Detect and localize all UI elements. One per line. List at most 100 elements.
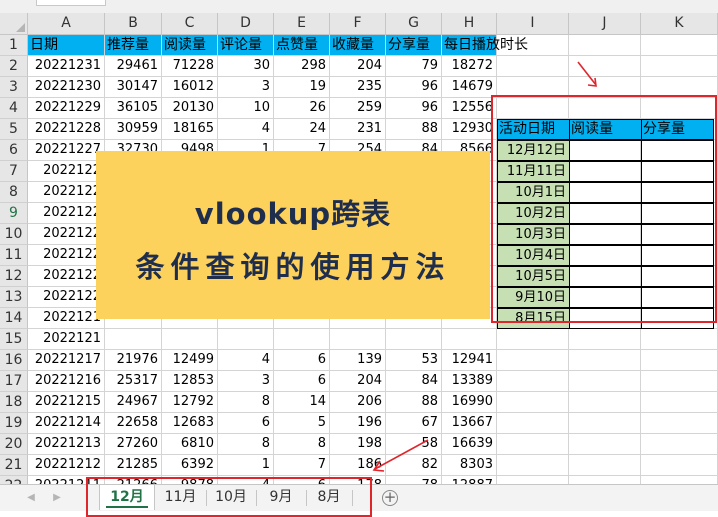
data-cell[interactable]: 2022122 (28, 245, 105, 266)
row-header[interactable]: 14 (0, 308, 28, 329)
data-cell[interactable]: 2022122 (28, 287, 105, 308)
row-header[interactable]: 9 (0, 203, 28, 224)
empty-cell[interactable] (497, 392, 569, 413)
row-header[interactable]: 21 (0, 455, 28, 476)
data-cell[interactable]: 21285 (105, 455, 162, 476)
data-cell[interactable]: 18165 (162, 119, 218, 140)
data-cell[interactable]: 206 (330, 392, 386, 413)
data-cell[interactable]: 20221217 (28, 350, 105, 371)
data-cell[interactable]: 259 (330, 98, 386, 119)
empty-cell[interactable] (569, 56, 641, 77)
empty-cell[interactable] (641, 56, 718, 77)
data-cell[interactable]: 53 (386, 350, 442, 371)
data-cell[interactable] (274, 329, 330, 350)
add-sheet-icon[interactable]: + (382, 490, 398, 506)
data-cell[interactable] (218, 329, 274, 350)
data-cell[interactable]: 20130 (162, 98, 218, 119)
data-cell[interactable]: 20221214 (28, 413, 105, 434)
empty-cell[interactable] (497, 350, 569, 371)
row-header[interactable]: 7 (0, 161, 28, 182)
data-cell[interactable]: 3 (218, 77, 274, 98)
data-cell[interactable]: 12853 (162, 371, 218, 392)
empty-cell[interactable] (641, 35, 718, 56)
row-header[interactable]: 12 (0, 266, 28, 287)
data-cell[interactable]: 2022121 (28, 329, 105, 350)
data-cell[interactable]: 82 (386, 455, 442, 476)
row-header[interactable]: 15 (0, 329, 28, 350)
data-cell[interactable]: 67 (386, 413, 442, 434)
empty-cell[interactable] (497, 413, 569, 434)
data-cell[interactable]: 8 (274, 434, 330, 455)
data-cell[interactable]: 58 (386, 434, 442, 455)
empty-cell[interactable] (497, 476, 569, 484)
data-cell[interactable]: 30147 (105, 77, 162, 98)
row-header[interactable]: 18 (0, 392, 28, 413)
data-cell[interactable]: 22658 (105, 413, 162, 434)
empty-cell[interactable] (641, 413, 718, 434)
header-cell[interactable]: 阅读量 (162, 35, 218, 56)
data-cell[interactable]: 6810 (162, 434, 218, 455)
empty-cell[interactable] (569, 455, 641, 476)
data-cell[interactable]: 2022122 (28, 182, 105, 203)
data-cell[interactable]: 26 (274, 98, 330, 119)
data-cell[interactable]: 1 (218, 455, 274, 476)
data-cell[interactable] (162, 329, 218, 350)
empty-cell[interactable] (569, 434, 641, 455)
row-header[interactable]: 17 (0, 371, 28, 392)
data-cell[interactable]: 19 (274, 77, 330, 98)
data-cell[interactable]: 88 (386, 119, 442, 140)
data-cell[interactable]: 16012 (162, 77, 218, 98)
header-cell[interactable]: 点赞量 (274, 35, 330, 56)
data-cell[interactable]: 235 (330, 77, 386, 98)
empty-cell[interactable] (497, 371, 569, 392)
data-cell[interactable]: 78 (386, 476, 442, 484)
data-cell[interactable]: 6 (274, 371, 330, 392)
row-header[interactable]: 8 (0, 182, 28, 203)
data-cell[interactable]: 6392 (162, 455, 218, 476)
empty-cell[interactable] (497, 434, 569, 455)
empty-cell[interactable] (569, 35, 641, 56)
data-cell[interactable]: 12930 (442, 119, 497, 140)
data-cell[interactable]: 2022122 (28, 266, 105, 287)
data-cell[interactable]: 2022122 (28, 161, 105, 182)
data-cell[interactable]: 6 (274, 350, 330, 371)
data-cell[interactable]: 18272 (442, 56, 497, 77)
data-cell[interactable]: 16639 (442, 434, 497, 455)
data-cell[interactable]: 20221215 (28, 392, 105, 413)
row-header[interactable]: 16 (0, 350, 28, 371)
data-cell[interactable]: 20221231 (28, 56, 105, 77)
empty-cell[interactable] (569, 413, 641, 434)
data-cell[interactable]: 2022122 (28, 203, 105, 224)
empty-cell[interactable] (569, 350, 641, 371)
data-cell[interactable]: 96 (386, 98, 442, 119)
data-cell[interactable]: 198 (330, 434, 386, 455)
data-cell[interactable]: 20221212 (28, 455, 105, 476)
data-cell[interactable]: 8 (218, 434, 274, 455)
empty-cell[interactable] (569, 371, 641, 392)
header-cell[interactable]: 日期 (28, 35, 105, 56)
prev-sheet-icon[interactable]: ◀ (24, 491, 38, 505)
header-cell[interactable]: 评论量 (218, 35, 274, 56)
data-cell[interactable]: 7 (274, 455, 330, 476)
data-cell[interactable]: 36105 (105, 98, 162, 119)
row-header[interactable]: 5 (0, 119, 28, 140)
data-cell[interactable]: 20221230 (28, 77, 105, 98)
empty-cell[interactable] (641, 329, 718, 350)
data-cell[interactable]: 13667 (442, 413, 497, 434)
row-header[interactable]: 22 (0, 476, 28, 484)
data-cell[interactable]: 204 (330, 371, 386, 392)
empty-cell[interactable] (641, 392, 718, 413)
row-header[interactable]: 6 (0, 140, 28, 161)
data-cell[interactable]: 298 (274, 56, 330, 77)
data-cell[interactable]: 4 (218, 350, 274, 371)
column-header-A[interactable]: A (28, 13, 105, 35)
column-header-C[interactable]: C (162, 13, 218, 35)
data-cell[interactable]: 14679 (442, 77, 497, 98)
column-header-F[interactable]: F (330, 13, 386, 35)
row-header[interactable]: 13 (0, 287, 28, 308)
empty-cell[interactable] (497, 35, 569, 56)
column-header-I[interactable]: I (497, 13, 569, 35)
data-cell[interactable]: 79 (386, 56, 442, 77)
data-cell[interactable]: 20221216 (28, 371, 105, 392)
data-cell[interactable]: 27260 (105, 434, 162, 455)
